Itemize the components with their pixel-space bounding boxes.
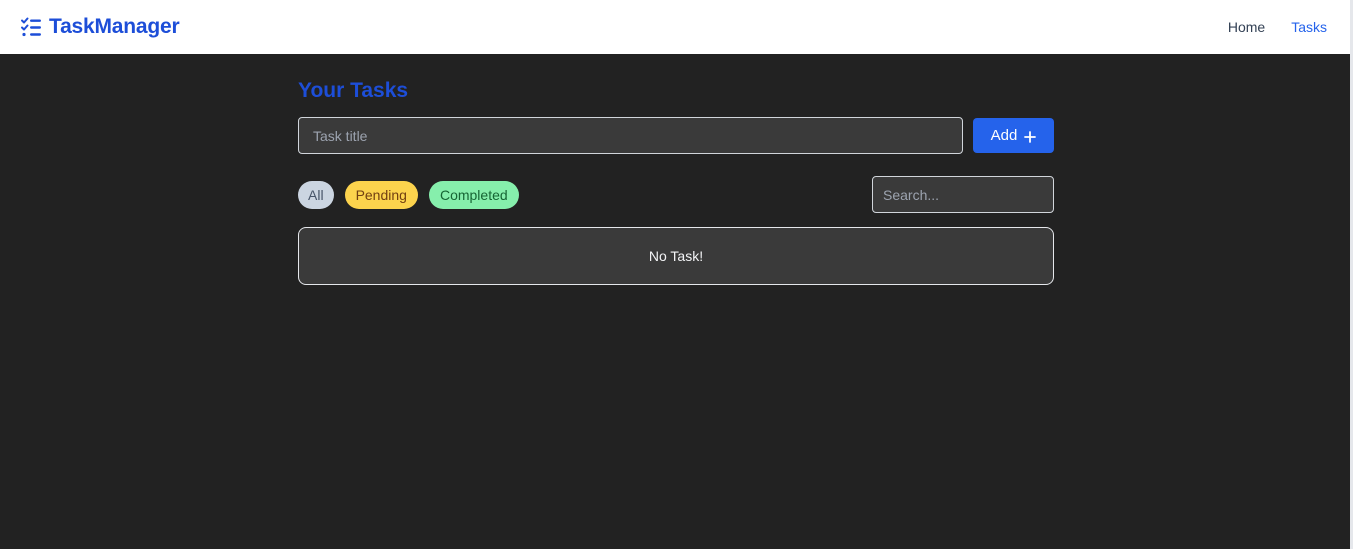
filter-pending-button[interactable]: Pending bbox=[344, 180, 418, 209]
nav-link-tasks[interactable]: Tasks bbox=[1291, 19, 1327, 35]
add-button-label: Add bbox=[990, 127, 1018, 144]
page-title: Your Tasks bbox=[298, 79, 409, 102]
search-input[interactable] bbox=[872, 176, 1054, 213]
nav-links: Home Tasks bbox=[1228, 19, 1327, 35]
task-title-input[interactable] bbox=[298, 117, 963, 154]
filter-all-button[interactable]: All bbox=[298, 180, 334, 209]
task-list: No Task! bbox=[298, 227, 1054, 285]
plus-icon bbox=[1024, 130, 1037, 143]
navbar: TaskManager Home Tasks bbox=[0, 0, 1350, 54]
brand-link[interactable]: TaskManager bbox=[20, 15, 180, 39]
nav-link-home[interactable]: Home bbox=[1228, 19, 1265, 35]
filter-completed-button[interactable]: Completed bbox=[428, 180, 519, 209]
status-filters: All Pending Completed bbox=[298, 180, 519, 209]
main-content: Your Tasks Add All Pending Completed No … bbox=[298, 54, 1054, 285]
add-task-form: Add bbox=[298, 117, 1054, 154]
filter-bar: All Pending Completed bbox=[298, 176, 1054, 213]
add-task-button[interactable]: Add bbox=[973, 118, 1054, 153]
brand-name: TaskManager bbox=[49, 15, 180, 38]
empty-state-message: No Task! bbox=[648, 248, 704, 264]
task-list-icon bbox=[20, 16, 42, 38]
